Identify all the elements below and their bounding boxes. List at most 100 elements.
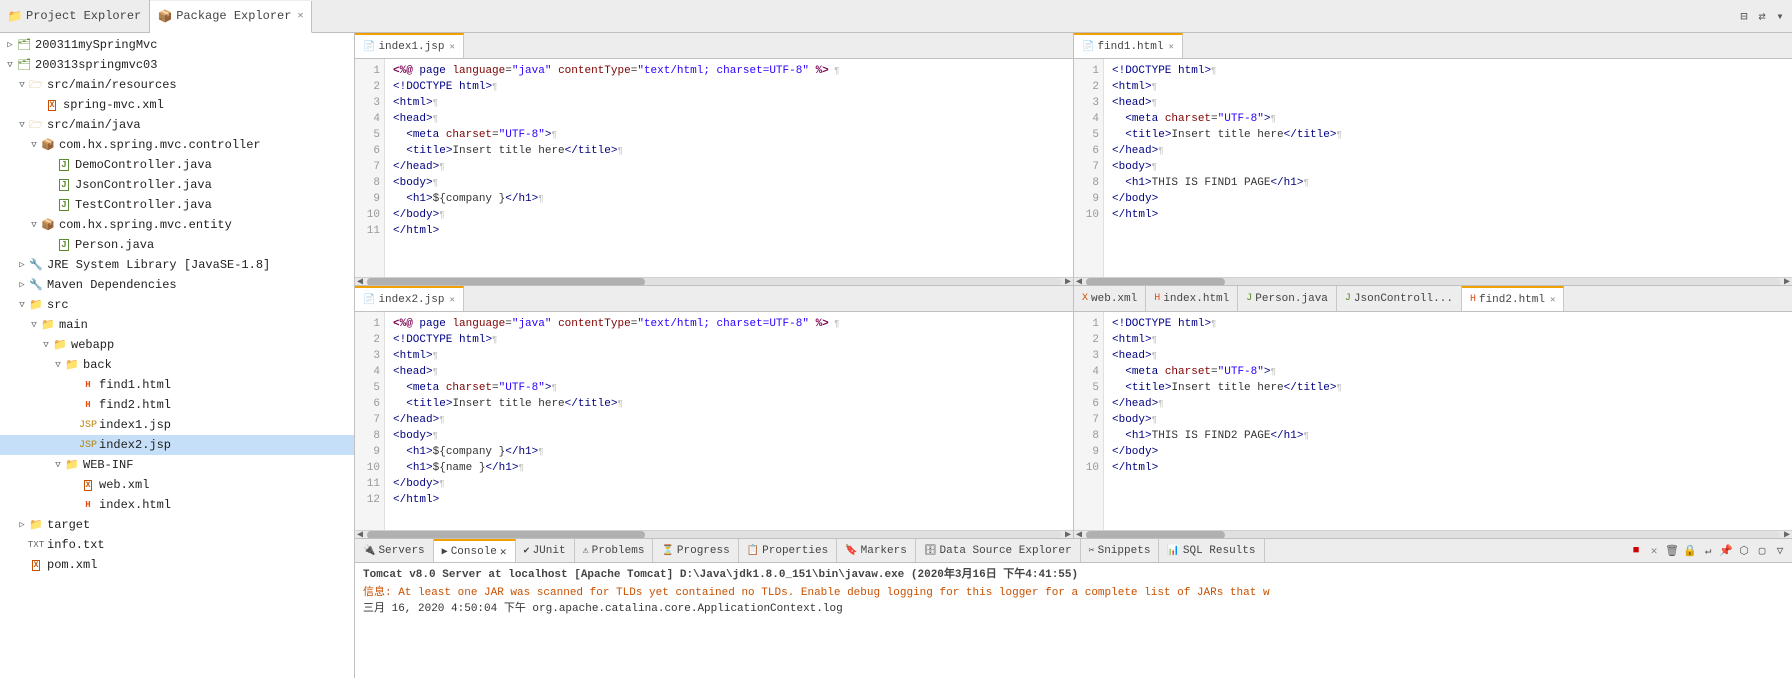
close-find1-tab[interactable]: ✕ [1168,42,1173,52]
sidebar-item-democontroller[interactable]: J DemoController.java [0,155,354,175]
arrow-src-resources: ▽ [16,80,28,90]
scrollbar-find2[interactable]: ◀ ▶ [1074,530,1792,538]
arrow-200313: ▽ [4,60,16,70]
editor-tab-index1jsp[interactable]: 📄 index1.jsp ✕ [355,33,464,58]
word-wrap-button[interactable]: ↵ [1700,543,1716,559]
editor-panels: 📄 index1.jsp ✕ 1 2 3 4 5 [355,33,1792,538]
sidebar-item-infotxt[interactable]: TXT info.txt [0,535,354,555]
bottom-tab-properties[interactable]: 📋 Properties [739,539,837,562]
sidebar-item-back[interactable]: ▽ 📁 back [0,355,354,375]
sidebar-item-src-main-resources[interactable]: ▽ 🗁 src/main/resources [0,75,354,95]
sidebar-item-pomxml[interactable]: X pom.xml [0,555,354,575]
html-icon-find1: H [80,377,96,393]
label-entity-pkg: com.hx.spring.mvc.entity [59,218,232,232]
arrow-200311: ▷ [4,40,16,50]
tab-package-explorer-close[interactable]: ✕ [297,10,303,22]
sidebar-item-index2jsp[interactable]: JSP index2.jsp [0,435,354,455]
editor-tab-jsoncontroller[interactable]: J JsonControll... [1337,286,1462,311]
bottom-tab-datasource[interactable]: 🗄 Data Source Explorer [916,539,1081,562]
java-icon-person: J [56,237,72,253]
scrollbar-find1[interactable]: ◀ ▶ [1074,277,1792,285]
code-editor-index2[interactable]: 1 2 3 4 5 6 7 8 9 10 11 [355,312,1073,530]
view-menu-button[interactable]: ▾ [1772,8,1788,24]
close-find2-tab[interactable]: ✕ [1550,295,1555,305]
scrollbar-index1[interactable]: ◀ ▶ [355,277,1073,285]
sidebar-item-200311myspringmvc[interactable]: ▷ 🗂 200311mySpringMvc [0,35,354,55]
tab-project-explorer-label: Project Explorer [26,9,141,23]
sidebar-item-webxml[interactable]: X web.xml [0,475,354,495]
project-icon-200311: 🗂 [16,37,32,53]
maximize-button[interactable]: ▢ [1754,543,1770,559]
code-editor-index1[interactable]: 1 2 3 4 5 6 7 8 9 10 11 [355,59,1073,277]
scroll-lock-button[interactable]: 🔒 [1682,543,1698,559]
sidebar-item-200313springmvc03[interactable]: ▽ 🗂 200313springmvc03 [0,55,354,75]
stop-button[interactable]: ■ [1628,543,1644,559]
sidebar-item-maven[interactable]: ▷ 🔧 Maven Dependencies [0,275,354,295]
sidebar-item-src-main-java[interactable]: ▽ 🗁 src/main/java [0,115,354,135]
editor-tab-webxml[interactable]: X web.xml [1074,286,1146,311]
sidebar-item-entity-pkg[interactable]: ▽ 📦 com.hx.spring.mvc.entity [0,215,354,235]
editor-tab-find1html[interactable]: 📄 find1.html ✕ [1074,33,1183,58]
sidebar-item-jsoncontroller[interactable]: J JsonController.java [0,175,354,195]
sidebar-item-controller-pkg[interactable]: ▽ 📦 com.hx.spring.mvc.controller [0,135,354,155]
editor-tab-label-jsoncontroller: JsonControll... [1354,293,1453,305]
bottom-tab-junit[interactable]: ✔ JUnit [516,539,575,562]
remove-button[interactable]: ✕ [1646,543,1662,559]
code-editor-find2[interactable]: 1 2 3 4 5 6 7 8 9 10 <!DOCT [1074,312,1792,530]
sidebar-item-spring-mvc-xml[interactable]: X spring-mvc.xml [0,95,354,115]
scrollbar-thumb-index1 [367,278,645,286]
scrollbar-track-find1[interactable] [1086,278,1780,286]
sidebar-item-main[interactable]: ▽ 📁 main [0,315,354,335]
sidebar-item-index1jsp[interactable]: JSP index1.jsp [0,415,354,435]
bottom-tab-console-label: Console [451,546,497,558]
close-index1-tab[interactable]: ✕ [449,42,454,52]
clear-console-button[interactable]: 🗑 [1664,543,1680,559]
scrollbar-track-index2[interactable] [367,531,1061,539]
sidebar-item-testcontroller[interactable]: J TestController.java [0,195,354,215]
sidebar-item-src[interactable]: ▽ 📁 src [0,295,354,315]
scrollbar-index2[interactable]: ◀ ▶ [355,530,1073,538]
sidebar-item-indexhtml[interactable]: H index.html [0,495,354,515]
bottom-tab-servers[interactable]: 🔌 Servers [355,539,434,562]
scrollbar-track-index1[interactable] [367,278,1061,286]
sidebar-item-find1html[interactable]: H find1.html [0,375,354,395]
html-icon-find2: H [80,397,96,413]
bottom-tab-snippets-label: Snippets [1098,545,1151,557]
pin-button[interactable]: 📌 [1718,543,1734,559]
editor-right-column: 📄 find1.html ✕ 1 2 3 4 5 [1074,33,1792,538]
java-icon-demo: J [56,157,72,173]
sidebar-item-find2html[interactable]: H find2.html [0,395,354,415]
tab-project-explorer[interactable]: 📁 Project Explorer [0,0,150,32]
java-icon-json: J [56,177,72,193]
bottom-tab-progress[interactable]: ⏳ Progress [653,539,738,562]
scrollbar-track-find2[interactable] [1086,531,1780,539]
console-log-line2: 三月 16, 2020 4:50:04 下午 org.apache.catali… [363,601,1784,617]
sidebar-item-webinf[interactable]: ▽ 📁 WEB-INF [0,455,354,475]
bottom-tab-sqlresults[interactable]: 📊 SQL Results [1159,539,1264,562]
sidebar-item-person[interactable]: J Person.java [0,235,354,255]
editor-panel-find1html: 📄 find1.html ✕ 1 2 3 4 5 [1074,33,1792,286]
sidebar-item-target[interactable]: ▷ 📁 target [0,515,354,535]
editor-tab-index2jsp[interactable]: 📄 index2.jsp ✕ [355,286,464,311]
sidebar-item-jre[interactable]: ▷ 🔧 JRE System Library [JavaSE-1.8] [0,255,354,275]
tab-package-explorer[interactable]: 📦 Package Explorer ✕ [150,1,312,33]
open-console-button[interactable]: ⬡ [1736,543,1752,559]
bottom-tab-console[interactable]: ▶ Console ✕ [434,539,516,562]
close-console-tab[interactable]: ✕ [500,545,507,559]
close-index2-tab[interactable]: ✕ [449,295,454,305]
bottom-tab-snippets[interactable]: ✂ Snippets [1081,539,1160,562]
collapse-all-button[interactable]: ⊟ [1736,8,1752,24]
sidebar: ▷ 🗂 200311mySpringMvc ▽ 🗂 200313springmv… [0,33,355,678]
sync-button[interactable]: ⇄ [1754,8,1770,24]
code-editor-find1[interactable]: 1 2 3 4 5 6 7 8 9 10 <!DOCT [1074,59,1792,277]
bottom-tab-markers[interactable]: 🔖 Markers [837,539,916,562]
sidebar-item-webapp[interactable]: ▽ 📁 webapp [0,335,354,355]
minimize-button[interactable]: ▽ [1772,543,1788,559]
bottom-tab-problems[interactable]: ⚠ Problems [575,539,654,562]
editor-tab-find2html[interactable]: H find2.html ✕ [1462,286,1564,311]
editor-tab-personjava[interactable]: J Person.java [1238,286,1337,311]
editor-tab-indexhtml[interactable]: H index.html [1146,286,1238,311]
jsp-icon-index1: JSP [80,417,96,433]
package-explorer-icon: 📦 [158,9,172,23]
arrow-maven: ▷ [16,280,28,290]
